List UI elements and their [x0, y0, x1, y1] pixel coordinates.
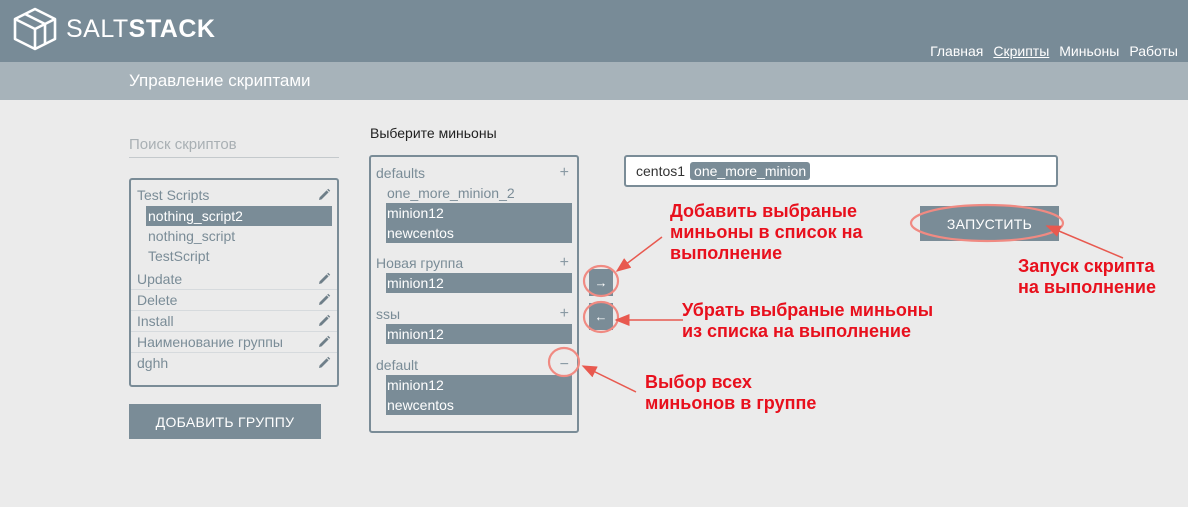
- plus-icon[interactable]: +: [560, 163, 569, 183]
- page-header: Управление скриптами: [0, 62, 1188, 100]
- remove-minions-button[interactable]: ←: [589, 303, 613, 330]
- annotation-add-selected: Добавить выбраные миньоны в список на вы…: [670, 201, 863, 263]
- minion-item-newcentos[interactable]: newcentos: [386, 395, 572, 415]
- script-group-update[interactable]: Update: [131, 269, 337, 290]
- plus-icon[interactable]: +: [560, 253, 569, 273]
- annotation-select-all: Выбор всех миньонов в группе: [645, 372, 817, 413]
- script-group-test-scripts[interactable]: Test Scripts: [131, 185, 337, 206]
- minion-group-label: default: [376, 357, 419, 373]
- annotation-arrow: [615, 236, 663, 272]
- annotation-arrow: [581, 365, 637, 393]
- add-group-button[interactable]: ДОБАВИТЬ ГРУППУ: [129, 404, 321, 439]
- script-group-group-name[interactable]: Наименование группы: [131, 332, 337, 353]
- nav-link-scripts[interactable]: Скрипты: [993, 43, 1049, 59]
- script-list: nothing_script2 nothing_script TestScrip…: [131, 206, 337, 266]
- script-group-install[interactable]: Install: [131, 311, 337, 332]
- script-group-label: dghh: [137, 355, 169, 371]
- arrow-left-icon: ←: [594, 309, 608, 324]
- add-minions-button[interactable]: →: [589, 269, 613, 296]
- minion-group-default[interactable]: default −: [371, 355, 577, 375]
- script-group-label: Install: [137, 313, 174, 329]
- minion-item-minion12[interactable]: minion12: [386, 375, 572, 395]
- pencil-edit-icon[interactable]: [317, 188, 331, 202]
- script-item-nothing-script[interactable]: nothing_script: [146, 226, 332, 246]
- minion-group-defaults[interactable]: defaults +: [371, 163, 577, 183]
- minus-icon[interactable]: −: [560, 355, 569, 375]
- target-minions-field[interactable]: centos1 one_more_minion: [624, 155, 1058, 187]
- pencil-edit-icon[interactable]: [317, 272, 331, 286]
- script-item-nothing-script2[interactable]: nothing_script2: [146, 206, 332, 226]
- minion-list: minion12 newcentos: [386, 375, 572, 415]
- minion-chip[interactable]: one_more_minion: [690, 162, 811, 180]
- annotation-run-script: Запуск скрипта на выполнение: [1018, 256, 1157, 297]
- script-group-dghh[interactable]: dghh: [131, 353, 337, 374]
- script-group-label: Delete: [137, 292, 178, 308]
- minion-group-ssy[interactable]: ssы +: [371, 304, 577, 324]
- top-navbar: SALTSTACK Главная Скрипты Миньоны Работы: [0, 0, 1188, 62]
- minion-group-new-group[interactable]: Новая группа +: [371, 253, 577, 273]
- minion-list: minion12: [386, 324, 572, 344]
- minion-item-minion12[interactable]: minion12: [386, 273, 572, 293]
- saltstack-logo[interactable]: SALTSTACK: [12, 6, 215, 52]
- annotation-remove-selected: Убрать выбраные миньоны из списка на вып…: [682, 300, 934, 341]
- plus-icon[interactable]: +: [560, 304, 569, 324]
- arrow-right-icon: →: [594, 275, 608, 290]
- pencil-edit-icon[interactable]: [317, 293, 331, 307]
- script-group-label: Наименование группы: [137, 334, 283, 350]
- brand-name: SALTSTACK: [66, 14, 216, 43]
- minion-item-minion12[interactable]: minion12: [386, 324, 572, 344]
- pencil-edit-icon[interactable]: [317, 335, 331, 349]
- main-nav: Главная Скрипты Миньоны Работы: [930, 43, 1178, 59]
- script-group-label: Test Scripts: [137, 187, 210, 203]
- script-search-input[interactable]: [129, 131, 339, 158]
- minion-item-newcentos[interactable]: newcentos: [386, 223, 572, 243]
- nav-link-minions[interactable]: Миньоны: [1059, 43, 1119, 59]
- script-item-testscript[interactable]: TestScript: [146, 246, 332, 266]
- minion-list: one_more_minion_2 minion12 newcentos: [386, 183, 572, 243]
- minion-list: minion12: [386, 273, 572, 293]
- script-group-delete[interactable]: Delete: [131, 290, 337, 311]
- minion-item-minion12[interactable]: minion12: [386, 203, 572, 223]
- minion-item-one-more-minion-2[interactable]: one_more_minion_2: [386, 183, 572, 203]
- minion-group-label: Новая группа: [376, 255, 464, 271]
- minion-group-label: ssы: [376, 306, 401, 322]
- pencil-edit-icon[interactable]: [317, 356, 331, 370]
- target-host-text: centos1: [636, 163, 686, 179]
- page-title: Управление скриптами: [129, 71, 311, 90]
- run-script-button[interactable]: ЗАПУСТИТЬ: [920, 206, 1059, 241]
- script-groups-panel: Test Scripts nothing_script2 nothing_scr…: [129, 178, 339, 387]
- script-group-label: Update: [137, 271, 183, 287]
- minion-groups-panel: defaults + one_more_minion_2 minion12 ne…: [369, 155, 579, 433]
- nav-link-home[interactable]: Главная: [930, 43, 983, 59]
- minion-group-label: defaults: [376, 165, 426, 181]
- pencil-edit-icon[interactable]: [317, 314, 331, 328]
- nav-link-jobs[interactable]: Работы: [1129, 43, 1178, 59]
- minions-section-label: Выберите миньоны: [370, 125, 497, 141]
- saltstack-cube-icon: [13, 7, 57, 51]
